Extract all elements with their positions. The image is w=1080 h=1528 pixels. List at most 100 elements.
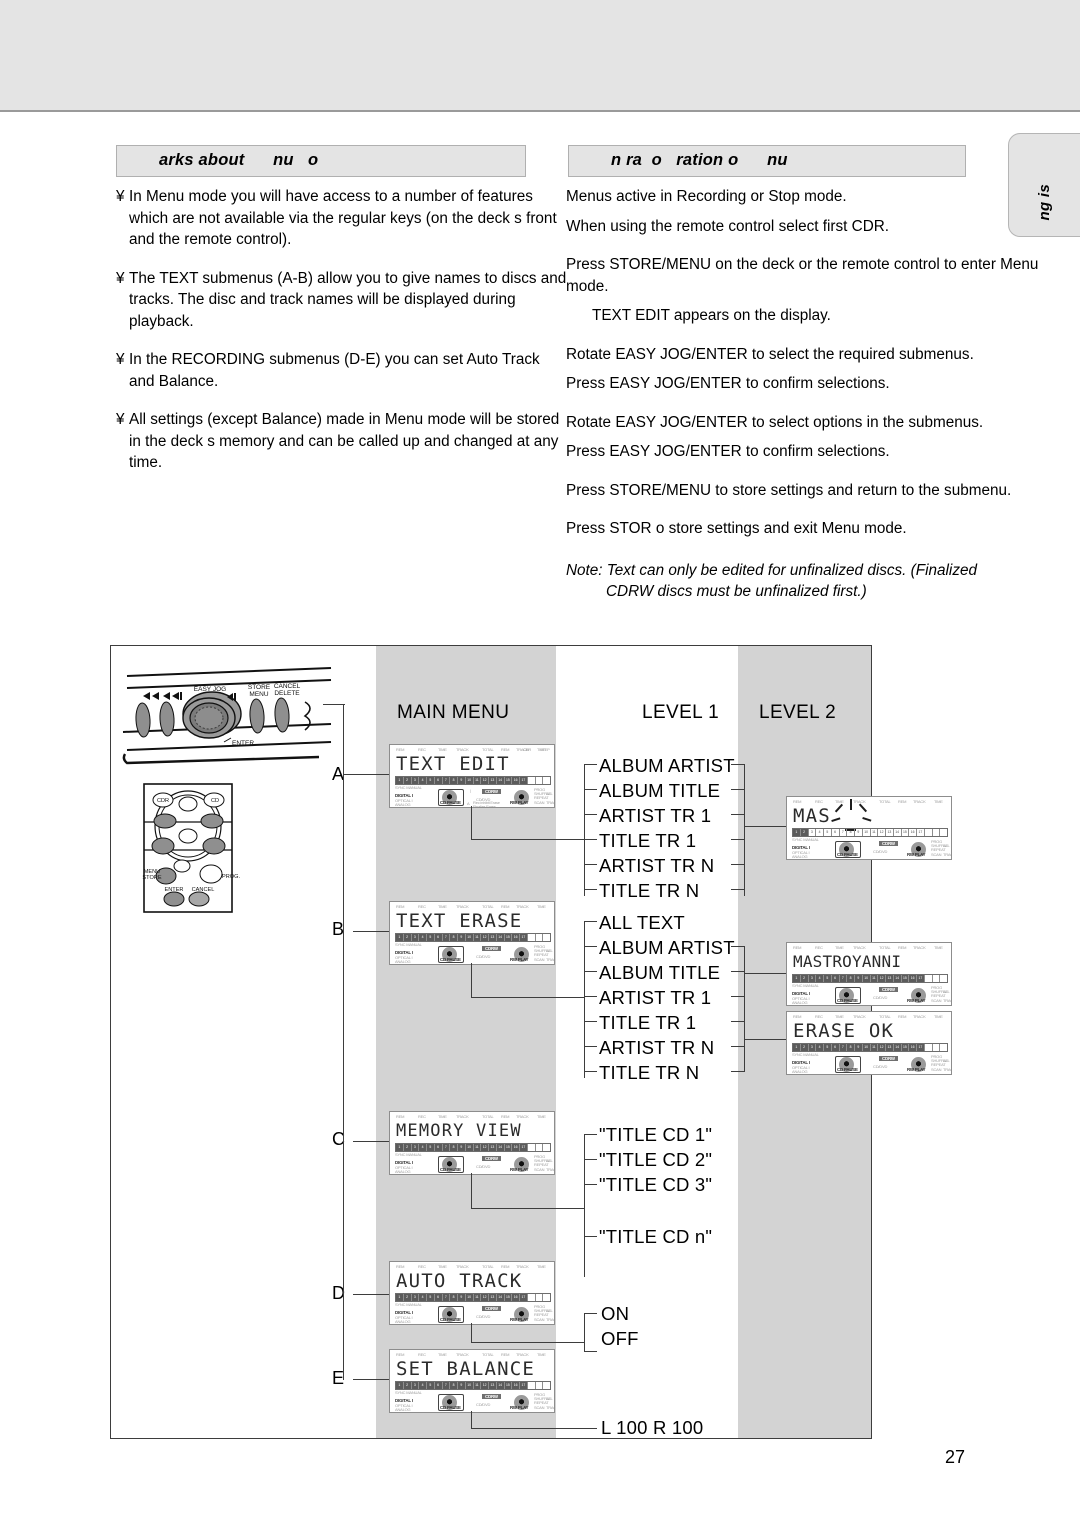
- column-title-main-menu: MAIN MENU: [397, 702, 510, 723]
- lcd-bottom-indicators: SYNC MANUAL DIGITAL I OPTICAL I ANALOG CD…: [395, 1152, 554, 1174]
- connector-b-run: [471, 997, 585, 999]
- instruction-paragraph: TEXT EDIT appears on the display.: [592, 307, 831, 324]
- bracket-level1-b-left: [584, 921, 586, 1078]
- lcd-bottom-indicators: SYNC MANUAL DIGITAL I OPTICAL I ANALOG CD…: [395, 785, 554, 808]
- bullet-item: ¥ All settings (except Balance) made in …: [116, 409, 568, 474]
- connector-c-run: [471, 1208, 585, 1210]
- tick: [584, 789, 597, 791]
- tick: [584, 839, 597, 841]
- tick: [731, 889, 745, 891]
- instruction-paragraph: When using the remote control select fir…: [566, 217, 890, 235]
- svg-text:PROG.: PROG.: [222, 874, 240, 880]
- level1-item: TITLE TR 1: [599, 1012, 697, 1033]
- bracket-level1-c-left: [584, 1134, 586, 1277]
- svg-text:CANCEL: CANCEL: [274, 683, 301, 690]
- bullet-item: ¥ The TEXT submenus (A-B) allow you to g…: [116, 268, 568, 333]
- tick: [584, 864, 597, 866]
- tick: [731, 839, 745, 841]
- lcd-main-text: TEXT EDIT: [396, 753, 510, 775]
- lcd-display-mastroyanni: REM REC TIME TRACK TOTAL REM TRACK TIME MASTRO…: [786, 942, 952, 1006]
- tick: [731, 764, 745, 766]
- bullet-item: ¥ In the RECORDING submenus (D-E) you ca…: [116, 349, 568, 392]
- svg-text:CD: CD: [211, 798, 219, 804]
- lcd-main-text: SET BALANCE: [396, 1358, 536, 1380]
- connector-b-to-level2-1: [744, 973, 786, 975]
- connector-deck-top: [323, 704, 345, 706]
- instruction-paragraph: Press STOR o store settings and exit Men…: [566, 520, 907, 537]
- connector-e-drop: [471, 1411, 473, 1429]
- level1-item: L 100 R 100: [601, 1417, 704, 1438]
- connector-e-run: [471, 1428, 597, 1430]
- tick: [731, 996, 745, 998]
- tick: [584, 996, 597, 998]
- tick: [584, 889, 597, 891]
- connector-d-run: [471, 1342, 585, 1344]
- section-header-right-title: n ra o ration o nu: [611, 151, 788, 169]
- tick: [731, 946, 745, 948]
- level1-item: ALBUM ARTIST: [599, 937, 735, 958]
- lcd-main-text: MASTROYANNI: [793, 952, 902, 971]
- connector-a-drop: [471, 806, 473, 840]
- instruction-paragraph: Press STORE/MENU on the deck or the remo…: [566, 256, 1039, 295]
- tick: [584, 1236, 597, 1238]
- lcd-track-bar: 123456 7 8 9 10 11 12 13 14 15 16 17: [395, 933, 551, 942]
- bullet-text: In the RECORDING submenus (D-E) you can …: [129, 351, 540, 390]
- connector-d-drop: [471, 1323, 473, 1343]
- connector-letters-spine: [343, 774, 345, 932]
- svg-text:CANCEL: CANCEL: [192, 887, 215, 893]
- note-line-2: CDRW discs must be unfinalized first.): [606, 583, 867, 600]
- tick: [731, 971, 745, 973]
- tick: [584, 1046, 597, 1048]
- tick: [584, 1071, 597, 1073]
- lcd-display-auto-track: REM REC TIME TRACK TOTAL REM TRACK TIME AUTO T…: [389, 1261, 555, 1325]
- level1-item: TITLE TR 1: [599, 830, 697, 851]
- svg-text:ENTER: ENTER: [232, 740, 254, 747]
- lcd-bottom-indicators: SYNC MANUAL DIGITAL I OPTICAL I ANALOG CD…: [395, 1390, 554, 1412]
- svg-text:CDR: CDR: [157, 798, 169, 804]
- level1-item: ARTIST TR N: [599, 1037, 715, 1058]
- instruction-paragraph: Press STORE/MENU to store settings and r…: [566, 481, 1012, 499]
- menu-structure-diagram: MAIN MENU LEVEL 1 LEVEL 2 EASY JOG STORE…: [110, 645, 952, 1439]
- level1-item: ALBUM ARTIST: [599, 755, 735, 776]
- note-block: Note: Text can only be edited for unfina…: [566, 560, 1066, 603]
- level1-item: "TITLE CD 2": [599, 1149, 713, 1170]
- lcd-display-memory-view: REM REC TIME TRACK TOTAL REM TRACK TIME MEMORY…: [389, 1111, 555, 1175]
- instruction-paragraph: Rotate EASY JOG/ENTER to select the requ…: [566, 345, 974, 363]
- lcd-track-bar: 123456 7 8 9 10 11 12 13 14 15 16 17: [395, 1293, 551, 1302]
- connector-letters-spine-2: [343, 931, 345, 1144]
- bullet-text: The TEXT submenus (A-B) allow you to giv…: [129, 269, 567, 330]
- lcd-track-bar: 123456 7 8 9 10 11 12 13 14 15 16 17: [395, 776, 551, 785]
- connector-e-to-lcd: [353, 1379, 389, 1381]
- level1-item: TITLE TR N: [599, 880, 700, 901]
- lcd-display-text-edit: REM REC TIME TRACK TOTAL REM TRACK TIME CDR STE…: [389, 744, 555, 808]
- page-top-rule: [0, 110, 1080, 112]
- tick: [584, 971, 597, 973]
- column-title-level2: LEVEL 2: [759, 702, 837, 723]
- lcd-track-bar: 123456 7 8 9 10 11 12 13 14 15 16 17: [395, 1143, 551, 1152]
- left-text-column: ¥ In Menu mode you will have access to a…: [116, 186, 568, 491]
- flash-indicator-icon: [831, 799, 872, 825]
- bullet-marker: ¥: [116, 188, 125, 205]
- bullet-marker: ¥: [116, 351, 125, 368]
- tick: [584, 764, 597, 766]
- level1-item: ON: [601, 1303, 630, 1324]
- bullet-marker: ¥: [116, 411, 125, 428]
- lcd-main-text: AUTO TRACK: [396, 1270, 523, 1292]
- connector-b-to-level2-2: [744, 1039, 786, 1041]
- lcd-display-text-erase: REM REC TIME TRACK TOTAL REM TRACK TIME TEXT E…: [389, 901, 555, 965]
- tick: [584, 814, 597, 816]
- level1-item: "TITLE CD n": [599, 1226, 713, 1247]
- tick: [731, 1046, 745, 1048]
- svg-text:DELETE: DELETE: [274, 690, 300, 697]
- bracket-level1-b-right: [744, 946, 746, 1071]
- right-text-column: Menus active in Recording or Stop mode. …: [566, 186, 1066, 603]
- tick: [731, 1071, 745, 1073]
- bullet-marker: ¥: [116, 269, 125, 287]
- instruction-paragraph: Press EASY JOG/ENTER to confirm selectio…: [566, 443, 890, 460]
- tick: [584, 921, 597, 923]
- tick: [584, 1184, 597, 1186]
- connector-b-to-lcd: [353, 931, 389, 933]
- level1-item: ALBUM TITLE: [599, 780, 721, 801]
- lcd-track-bar: 123456 7 8 9 10 11 12 13 14 15 16 17: [792, 1043, 948, 1052]
- connector-d-to-lcd: [353, 1294, 389, 1296]
